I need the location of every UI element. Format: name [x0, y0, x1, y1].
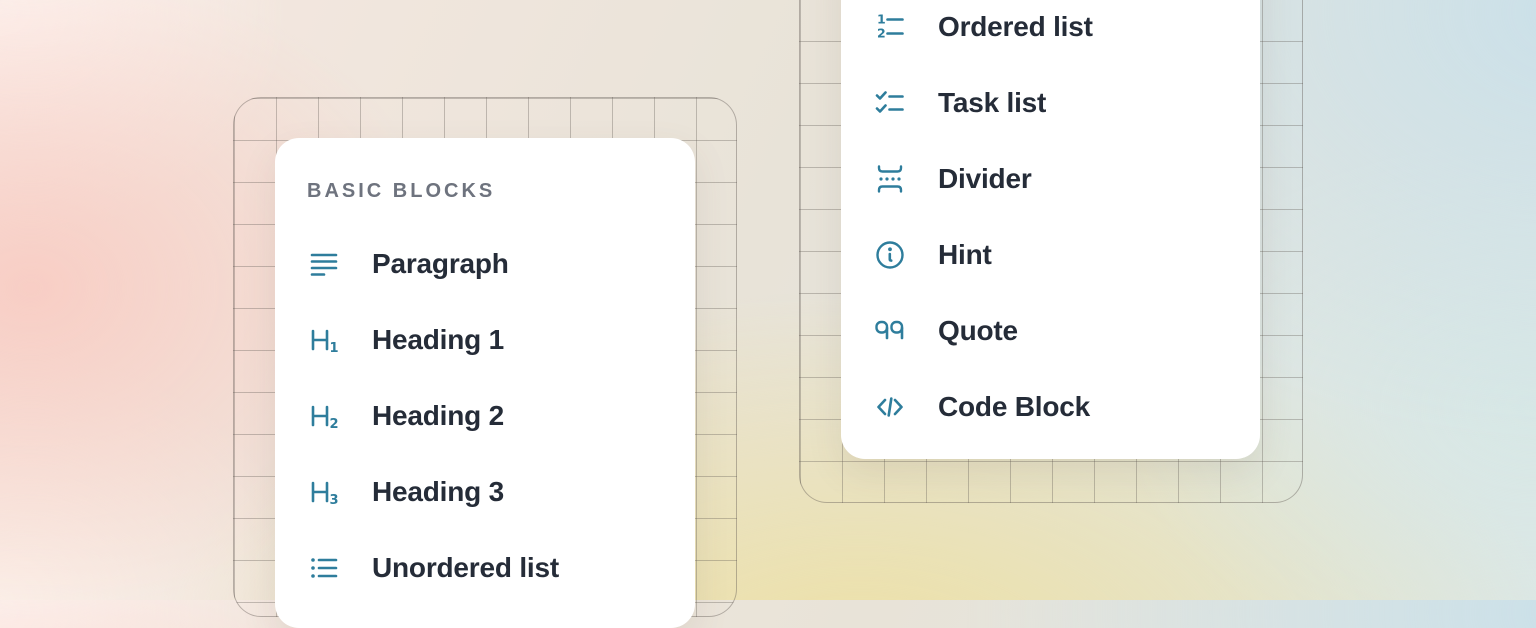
- heading-1-icon: 1: [307, 323, 341, 357]
- menu-item-label: Heading 3: [372, 476, 504, 508]
- menu-item-heading-2[interactable]: 2 Heading 2: [307, 378, 663, 454]
- menu-item-label: Heading 1: [372, 324, 504, 356]
- menu-item-label: Divider: [938, 163, 1032, 195]
- svg-text:1: 1: [877, 12, 886, 27]
- menu-item-quote[interactable]: Quote: [873, 293, 1228, 369]
- divider-icon: [873, 162, 907, 196]
- menu-item-divider[interactable]: Divider: [873, 141, 1228, 217]
- quote-icon: [873, 314, 907, 348]
- heading-2-icon: 2: [307, 399, 341, 433]
- menu-item-label: Task list: [938, 87, 1046, 119]
- menu-item-label: Unordered list: [372, 552, 559, 584]
- svg-text:1: 1: [330, 341, 339, 356]
- svg-text:2: 2: [877, 26, 886, 41]
- basic-blocks-menu: BASIC BLOCKS Paragraph 1 Heading 1 2 Hea…: [275, 138, 695, 628]
- menu-item-label: Paragraph: [372, 248, 509, 280]
- menu-item-hint[interactable]: Hint: [873, 217, 1228, 293]
- task-list-icon: [873, 86, 907, 120]
- menu-item-heading-3[interactable]: 3 Heading 3: [307, 454, 663, 530]
- menu-item-label: Quote: [938, 315, 1018, 347]
- menu-item-label: Hint: [938, 239, 992, 271]
- paragraph-icon: [307, 247, 341, 281]
- hint-icon: [873, 238, 907, 272]
- menu-item-label: Ordered list: [938, 11, 1093, 43]
- menu-item-paragraph[interactable]: Paragraph: [307, 226, 663, 302]
- menu-item-heading-1[interactable]: 1 Heading 1: [307, 302, 663, 378]
- svg-text:2: 2: [330, 417, 339, 432]
- menu-section-header: BASIC BLOCKS: [307, 178, 663, 204]
- menu-item-unordered-list[interactable]: Unordered list: [307, 530, 663, 606]
- ordered-list-icon: 12: [873, 10, 907, 44]
- menu-item-code-block[interactable]: Code Block: [873, 369, 1228, 445]
- blocks-menu-continued: 12 Ordered list Task list Divider: [841, 0, 1260, 459]
- code-block-icon: [873, 390, 907, 424]
- heading-3-icon: 3: [307, 475, 341, 509]
- svg-text:3: 3: [330, 493, 339, 508]
- menu-item-task-list[interactable]: Task list: [873, 65, 1228, 141]
- unordered-list-icon: [307, 551, 341, 585]
- menu-item-label: Heading 2: [372, 400, 504, 432]
- menu-item-ordered-list[interactable]: 12 Ordered list: [873, 0, 1228, 65]
- menu-item-label: Code Block: [938, 391, 1090, 423]
